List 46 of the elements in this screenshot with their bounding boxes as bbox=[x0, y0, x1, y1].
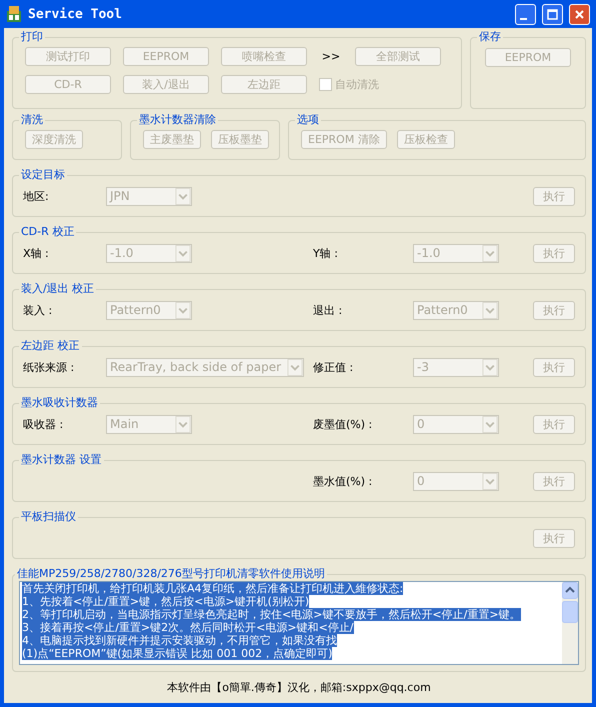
caret-icon bbox=[175, 244, 191, 262]
field-label: 退出 : bbox=[313, 302, 344, 318]
field-label: 墨水值(%) : bbox=[313, 474, 374, 488]
scrollbar-thumb bbox=[562, 601, 578, 623]
caret-icon bbox=[175, 416, 191, 432]
caret-icon bbox=[482, 358, 498, 376]
group-title: 墨水吸收计数器 bbox=[20, 396, 99, 410]
group-title: 设定目标 bbox=[20, 168, 66, 182]
scroll-up-icon bbox=[562, 582, 578, 599]
caret-icon bbox=[175, 302, 191, 318]
app-icon bbox=[6, 5, 22, 23]
group-title: 选项 bbox=[296, 113, 320, 127]
caret-icon bbox=[482, 472, 498, 490]
group-title: 清洗 bbox=[20, 113, 44, 127]
group-title: 墨水计数器清除 bbox=[138, 113, 217, 127]
group-title: 装入/退出 校正 bbox=[20, 282, 96, 296]
field-label: 吸收器 : bbox=[23, 416, 64, 432]
field-label: 装入 : bbox=[23, 302, 54, 318]
group-title: 打印 bbox=[20, 30, 44, 44]
group-title: 墨水计数器 设置 bbox=[20, 453, 102, 467]
field-label: X轴 : bbox=[23, 246, 50, 260]
caret-icon bbox=[175, 188, 191, 204]
credits-text: 本软件由【o簡單.傳奇】汉化，邮箱:sxppx@qq.com bbox=[166, 680, 432, 695]
group-title: 佳能MP259/258/2780/328/276型号打印机清零软件使用说明 bbox=[16, 567, 326, 581]
minimize-button[interactable] bbox=[515, 4, 536, 24]
maximize-icon bbox=[547, 8, 558, 20]
window-title: Service Tool bbox=[28, 6, 123, 22]
minimize-icon bbox=[520, 18, 526, 20]
group-title: 保存 bbox=[478, 30, 502, 44]
group-title: CD-R 校正 bbox=[20, 225, 76, 239]
maximize-button[interactable] bbox=[542, 4, 563, 24]
close-button[interactable] bbox=[569, 4, 590, 24]
group-title: 平板扫描仪 bbox=[20, 510, 77, 524]
caret-icon bbox=[482, 416, 498, 432]
field-label: 纸张来源 : bbox=[23, 360, 76, 374]
group-title: 左边距 校正 bbox=[20, 339, 80, 353]
arrow-label: >> bbox=[322, 50, 340, 63]
caret-icon bbox=[482, 244, 498, 262]
close-icon bbox=[574, 8, 585, 20]
caret-icon bbox=[287, 358, 304, 376]
field-label: 修正值 : bbox=[313, 360, 354, 374]
instructions-text-area[interactable] bbox=[19, 581, 579, 665]
field-label: Y轴 : bbox=[313, 246, 339, 260]
field-label: 废墨值(%) : bbox=[313, 416, 374, 432]
field-label: 地区: bbox=[23, 188, 50, 204]
caret-icon bbox=[482, 302, 498, 318]
